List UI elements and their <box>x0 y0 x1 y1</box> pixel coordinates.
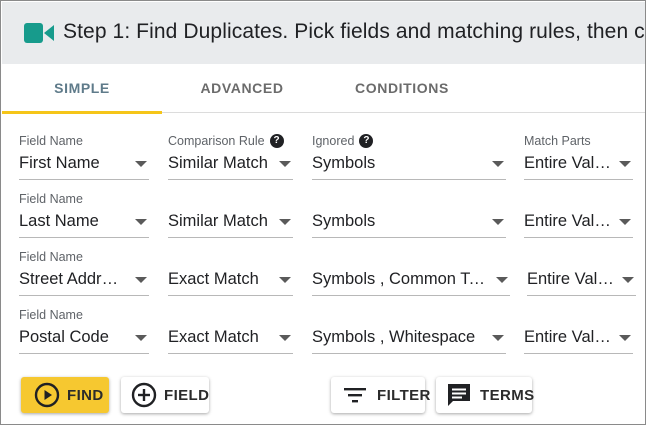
ignored-value: Symbols <box>312 154 376 172</box>
ignored-value: Symbols , Common Ter... <box>312 270 488 288</box>
match-parts-value: Entire Value <box>524 328 611 346</box>
comparison-rule-cell: Exact Match <box>168 308 293 356</box>
ignored-cell: Ignored ? Symbols <box>312 134 506 182</box>
field-name-label: Field Name <box>19 134 83 148</box>
add-field-button[interactable]: FIELD <box>121 377 209 413</box>
caret-down-icon <box>135 277 147 283</box>
match-parts-cell: Entire Value <box>524 192 633 240</box>
match-parts-cell: Match Parts Entire Value <box>524 134 633 182</box>
ignored-value: Symbols , Whitespace <box>312 328 476 346</box>
comparison-rule-select[interactable]: Similar Match <box>168 206 293 238</box>
match-parts-value: Entire Value <box>527 270 614 288</box>
field-name-select[interactable]: First Name <box>19 148 149 180</box>
comparison-rule-value: Exact Match <box>168 270 259 288</box>
ignored-select[interactable]: Symbols <box>312 148 506 180</box>
caret-down-icon <box>492 161 504 167</box>
video-camera-icon <box>24 23 54 43</box>
field-name-cell: Field Name First Name <box>19 134 149 182</box>
comparison-rule-label-text: Comparison Rule <box>168 134 265 148</box>
help-icon[interactable]: ? <box>269 134 284 148</box>
caret-down-icon <box>279 335 291 341</box>
match-rule-row: Field Name Street Address Exact Match Sy… <box>1 250 645 308</box>
match-rule-row: Field Name First Name Comparison Rule ? … <box>1 134 645 192</box>
comment-text-icon <box>448 384 470 406</box>
caret-down-icon <box>135 161 147 167</box>
ignored-select[interactable]: Symbols , Common Ter... <box>312 264 510 296</box>
tab-advanced[interactable]: ADVANCED <box>162 64 322 113</box>
header-bar: Step 1: Find Duplicates. Pick fields and… <box>2 2 645 64</box>
filter-button-label: FILTER <box>377 386 431 404</box>
ignored-value: Symbols <box>312 212 376 230</box>
match-parts-select[interactable]: Entire Value <box>524 322 633 354</box>
match-parts-value: Entire Value <box>524 154 611 172</box>
match-parts-select[interactable]: Entire Value <box>524 206 633 238</box>
field-name-label: Field Name <box>19 308 83 322</box>
field-name-cell: Field Name Postal Code <box>19 308 149 356</box>
add-circle-icon <box>131 382 157 408</box>
find-button[interactable]: FIND <box>21 377 109 413</box>
add-field-button-label: FIELD <box>164 386 210 404</box>
comparison-rule-value: Exact Match <box>168 328 259 346</box>
ignored-label: Ignored ? <box>312 134 374 148</box>
caret-down-icon <box>135 335 147 341</box>
match-parts-select[interactable]: Entire Value <box>527 264 636 296</box>
comparison-rule-cell: Similar Match <box>168 192 293 240</box>
filter-icon <box>344 388 366 403</box>
play-circle-icon <box>34 382 60 408</box>
ignored-select[interactable]: Symbols <box>312 206 506 238</box>
comparison-rule-value: Similar Match <box>168 154 268 172</box>
comparison-rule-cell: Exact Match <box>168 250 293 298</box>
field-name-value: Street Address <box>19 270 127 288</box>
comparison-rule-select[interactable]: Exact Match <box>168 264 293 296</box>
ignored-cell: Symbols <box>312 192 506 240</box>
tab-bar: SIMPLE ADVANCED CONDITIONS <box>2 64 645 114</box>
comparison-rule-select[interactable]: Exact Match <box>168 322 293 354</box>
ignored-label-text: Ignored <box>312 134 355 148</box>
find-duplicates-panel: Step 1: Find Duplicates. Pick fields and… <box>0 0 646 425</box>
match-rule-row: Field Name Last Name Similar Match Symbo… <box>1 192 645 250</box>
field-name-select[interactable]: Last Name <box>19 206 149 238</box>
caret-down-icon <box>279 219 291 225</box>
field-name-select[interactable]: Postal Code <box>19 322 149 354</box>
caret-down-icon <box>622 277 634 283</box>
field-name-value: First Name <box>19 154 100 172</box>
match-parts-cell: Entire Value <box>527 250 636 298</box>
caret-down-icon <box>492 335 504 341</box>
filter-button[interactable]: FILTER <box>331 377 430 413</box>
match-parts-value: Entire Value <box>524 212 611 230</box>
match-rule-row: Field Name Postal Code Exact Match Symbo… <box>1 308 645 366</box>
caret-down-icon <box>496 277 508 283</box>
field-name-value: Postal Code <box>19 328 109 346</box>
terms-button-label: TERMS <box>480 386 535 404</box>
match-parts-label: Match Parts <box>524 134 591 148</box>
field-name-value: Last Name <box>19 212 99 230</box>
ignored-select[interactable]: Symbols , Whitespace <box>312 322 506 354</box>
tab-simple[interactable]: SIMPLE <box>2 64 162 114</box>
match-parts-cell: Entire Value <box>524 308 633 356</box>
field-name-label: Field Name <box>19 192 83 206</box>
terms-button[interactable]: TERMS <box>436 377 535 413</box>
field-name-cell: Field Name Last Name <box>19 192 149 240</box>
ignored-cell: Symbols , Common Ter... <box>312 250 510 298</box>
caret-down-icon <box>279 161 291 167</box>
comparison-rule-select[interactable]: Similar Match <box>168 148 293 180</box>
find-button-label: FIND <box>67 386 104 404</box>
tab-conditions[interactable]: CONDITIONS <box>322 64 482 113</box>
comparison-rule-cell: Comparison Rule ? Similar Match <box>168 134 293 182</box>
page-title: Step 1: Find Duplicates. Pick fields and… <box>63 20 645 43</box>
ignored-cell: Symbols , Whitespace <box>312 308 506 356</box>
field-name-select[interactable]: Street Address <box>19 264 149 296</box>
caret-down-icon <box>279 277 291 283</box>
help-icon[interactable]: ? <box>359 134 374 148</box>
comparison-rule-value: Similar Match <box>168 212 268 230</box>
caret-down-icon <box>619 335 631 341</box>
comparison-rule-label: Comparison Rule ? <box>168 134 284 148</box>
match-parts-select[interactable]: Entire Value <box>524 148 633 180</box>
caret-down-icon <box>135 219 147 225</box>
caret-down-icon <box>619 161 631 167</box>
field-name-label: Field Name <box>19 250 83 264</box>
caret-down-icon <box>619 219 631 225</box>
field-name-cell: Field Name Street Address <box>19 250 149 298</box>
caret-down-icon <box>492 219 504 225</box>
